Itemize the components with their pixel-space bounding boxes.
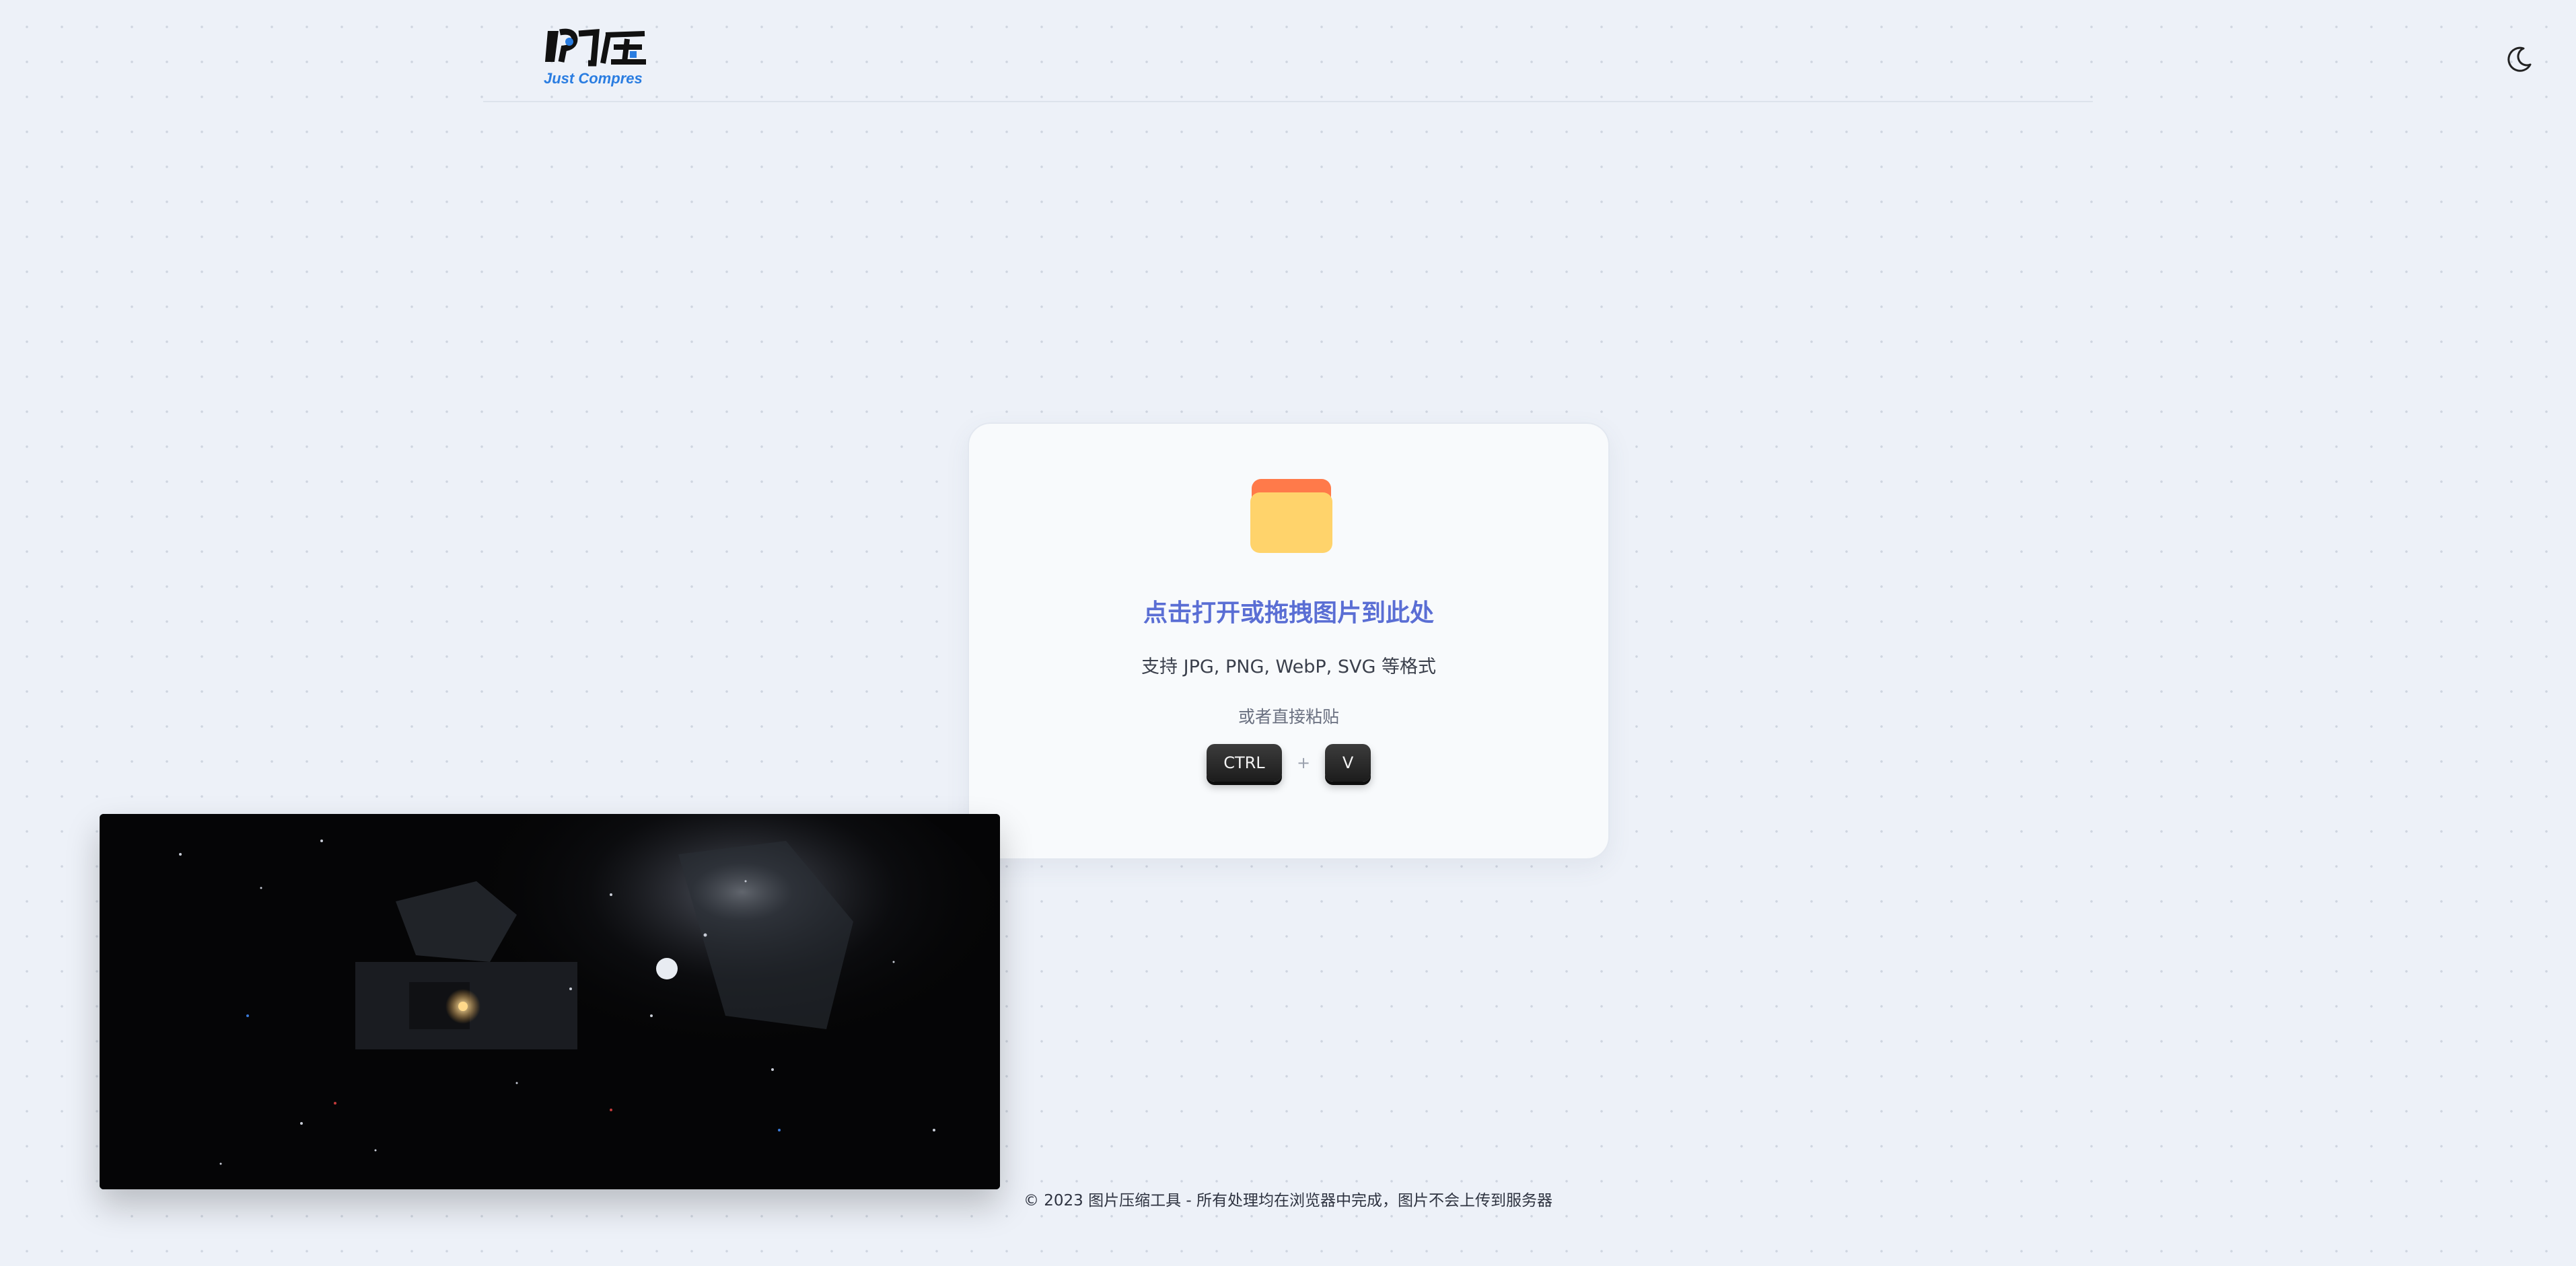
space-scene-thumbnail [100,814,1000,1189]
paste-shortcut: CTRL + V [969,744,1608,782]
supported-formats: 支持 JPG, PNG, WebP, SVG 等格式 [1141,657,1436,677]
theme-toggle-button[interactable] [2503,43,2536,75]
footer-copyright: © 2023 图片压缩工具 - 所有处理均在浏览器中完成，图片不会上传到服务器 [1023,1192,1553,1209]
upload-title: 点击打开或拖拽图片到此处 [1143,599,1434,627]
folder-icon [1249,478,1334,554]
logo-glyph [545,28,646,67]
image-preview[interactable] [100,814,1000,1189]
header: Just Compres [483,0,2532,102]
logo[interactable]: Just Compres [544,27,651,91]
logo-subtitle: Just Compres [544,70,643,87]
upload-dropzone[interactable]: 点击打开或拖拽图片到此处 支持 JPG, PNG, WebP, SVG 等格式 … [968,422,1610,860]
paste-hint: 或者直接粘贴 [1238,707,1339,727]
plus-sign: + [1296,753,1311,772]
ctrl-key: CTRL [1206,744,1282,782]
v-key: V [1325,744,1371,782]
moon-icon [2507,46,2532,72]
